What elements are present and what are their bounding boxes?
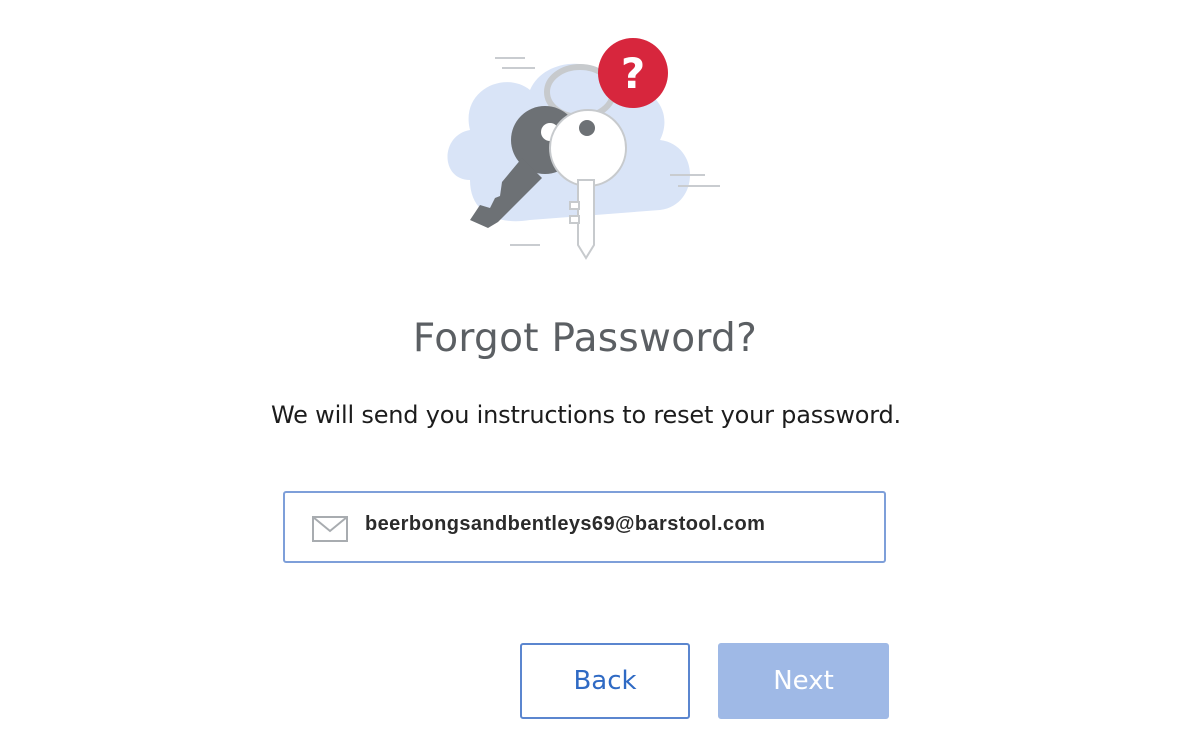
page-subtitle: We will send you instructions to reset y… — [271, 401, 901, 429]
question-badge: ? — [621, 49, 645, 98]
email-value: beerbongsandbentleys69@barstool.com — [365, 513, 766, 535]
back-button[interactable]: Back — [520, 643, 690, 719]
email-field[interactable]: beerbongsandbentleys69@barstool.com — [283, 491, 886, 563]
envelope-icon — [312, 516, 348, 542]
next-button[interactable]: Next — [718, 643, 889, 719]
page-title: Forgot Password? — [412, 316, 758, 361]
keys-with-question-icon: ? — [440, 30, 730, 270]
